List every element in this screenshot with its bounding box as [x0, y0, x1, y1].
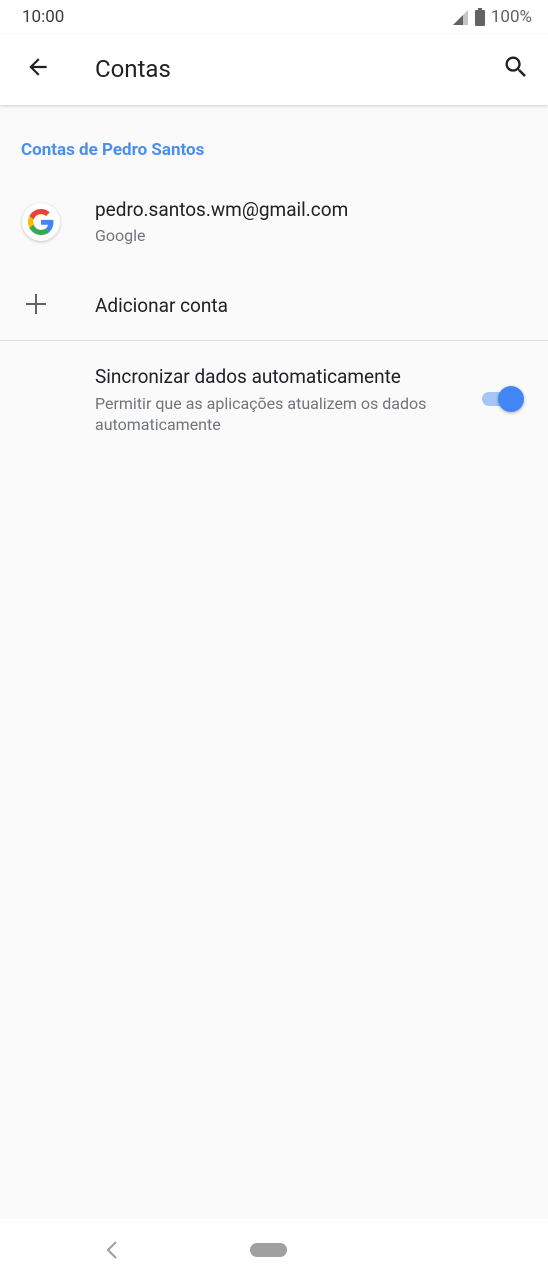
back-button[interactable]	[20, 51, 56, 87]
account-type: Google	[95, 226, 146, 245]
add-account-label: Adicionar conta	[95, 294, 228, 317]
account-item-google[interactable]: pedro.santos.wm@gmail.com Google	[0, 186, 548, 260]
status-time: 10:00	[22, 7, 65, 27]
toggle-thumb	[498, 386, 524, 412]
battery-icon	[474, 8, 485, 26]
status-bar: 10:00 100%	[0, 0, 548, 34]
account-email: pedro.santos.wm@gmail.com	[95, 198, 349, 221]
nav-back-icon[interactable]	[100, 1238, 124, 1262]
section-header: Contas de Pedro Santos	[21, 140, 205, 160]
app-bar: Contas	[0, 34, 548, 105]
auto-sync-description: Permitir que as aplicações atualizem os …	[95, 394, 427, 434]
auto-sync-title: Sincronizar dados automaticamente	[95, 365, 401, 388]
auto-sync-toggle[interactable]	[482, 385, 524, 413]
battery-level: 100%	[490, 7, 532, 27]
plus-icon	[25, 293, 47, 315]
navigation-bar	[0, 1219, 548, 1282]
auto-sync-setting[interactable]: Sincronizar dados automaticamente Permit…	[0, 352, 548, 448]
nav-home-pill[interactable]	[250, 1243, 287, 1257]
page-title: Contas	[95, 55, 171, 83]
search-icon	[502, 53, 530, 85]
status-icons: 100%	[452, 7, 532, 27]
add-account-button[interactable]: Adicionar conta	[0, 272, 548, 338]
search-button[interactable]	[498, 51, 534, 87]
google-logo-icon	[22, 203, 60, 241]
back-arrow-icon	[25, 54, 51, 84]
divider	[0, 340, 548, 341]
signal-icon	[452, 9, 469, 26]
